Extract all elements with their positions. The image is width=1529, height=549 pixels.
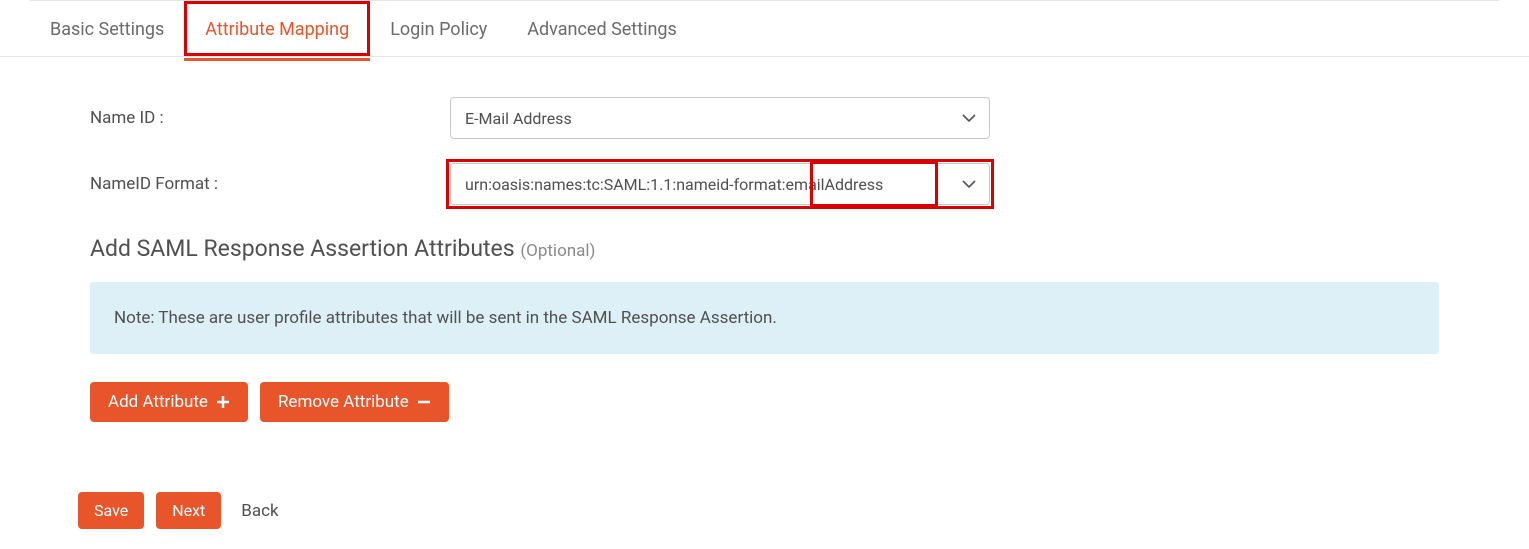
tab-attribute-mapping[interactable]: Attribute Mapping <box>184 1 370 56</box>
back-link[interactable]: Back <box>233 501 278 521</box>
nameid-select[interactable]: E-Mail Address <box>450 97 990 139</box>
nameid-format-select[interactable]: urn:oasis:names:tc:SAML:1.1:nameid-forma… <box>450 163 990 205</box>
section-heading: Add SAML Response Assertion Attributes (… <box>90 235 1439 262</box>
minus-icon <box>417 395 431 409</box>
nameid-format-row: NameID Format : urn:oasis:names:tc:SAML:… <box>90 163 1439 205</box>
tab-login-policy[interactable]: Login Policy <box>370 1 507 56</box>
footer-row: Save Next Back <box>0 492 1529 549</box>
add-attribute-button[interactable]: Add Attribute <box>90 382 248 422</box>
remove-attribute-button[interactable]: Remove Attribute <box>260 382 449 422</box>
plus-icon <box>216 395 230 409</box>
section-heading-optional: (Optional) <box>520 241 595 261</box>
attribute-buttons-row: Add Attribute Remove Attribute <box>90 382 1439 422</box>
save-button[interactable]: Save <box>78 492 144 529</box>
nameid-format-select-wrap: urn:oasis:names:tc:SAML:1.1:nameid-forma… <box>450 163 990 205</box>
nameid-select-wrap: E-Mail Address <box>450 97 990 139</box>
nameid-label: Name ID : <box>90 108 450 128</box>
content-area: Name ID : E-Mail Address NameID Format :… <box>0 57 1529 492</box>
next-button[interactable]: Next <box>156 492 221 529</box>
add-attribute-label: Add Attribute <box>108 392 208 412</box>
tab-basic-settings[interactable]: Basic Settings <box>30 1 184 56</box>
remove-attribute-label: Remove Attribute <box>278 392 409 412</box>
section-heading-text: Add SAML Response Assertion Attributes <box>90 235 520 262</box>
nameid-row: Name ID : E-Mail Address <box>90 97 1439 139</box>
nameid-format-label: NameID Format : <box>90 174 450 194</box>
tabs-container: Basic Settings Attribute Mapping Login P… <box>0 1 1529 57</box>
note-box: Note: These are user profile attributes … <box>90 282 1439 354</box>
tab-advanced-settings[interactable]: Advanced Settings <box>507 1 697 56</box>
